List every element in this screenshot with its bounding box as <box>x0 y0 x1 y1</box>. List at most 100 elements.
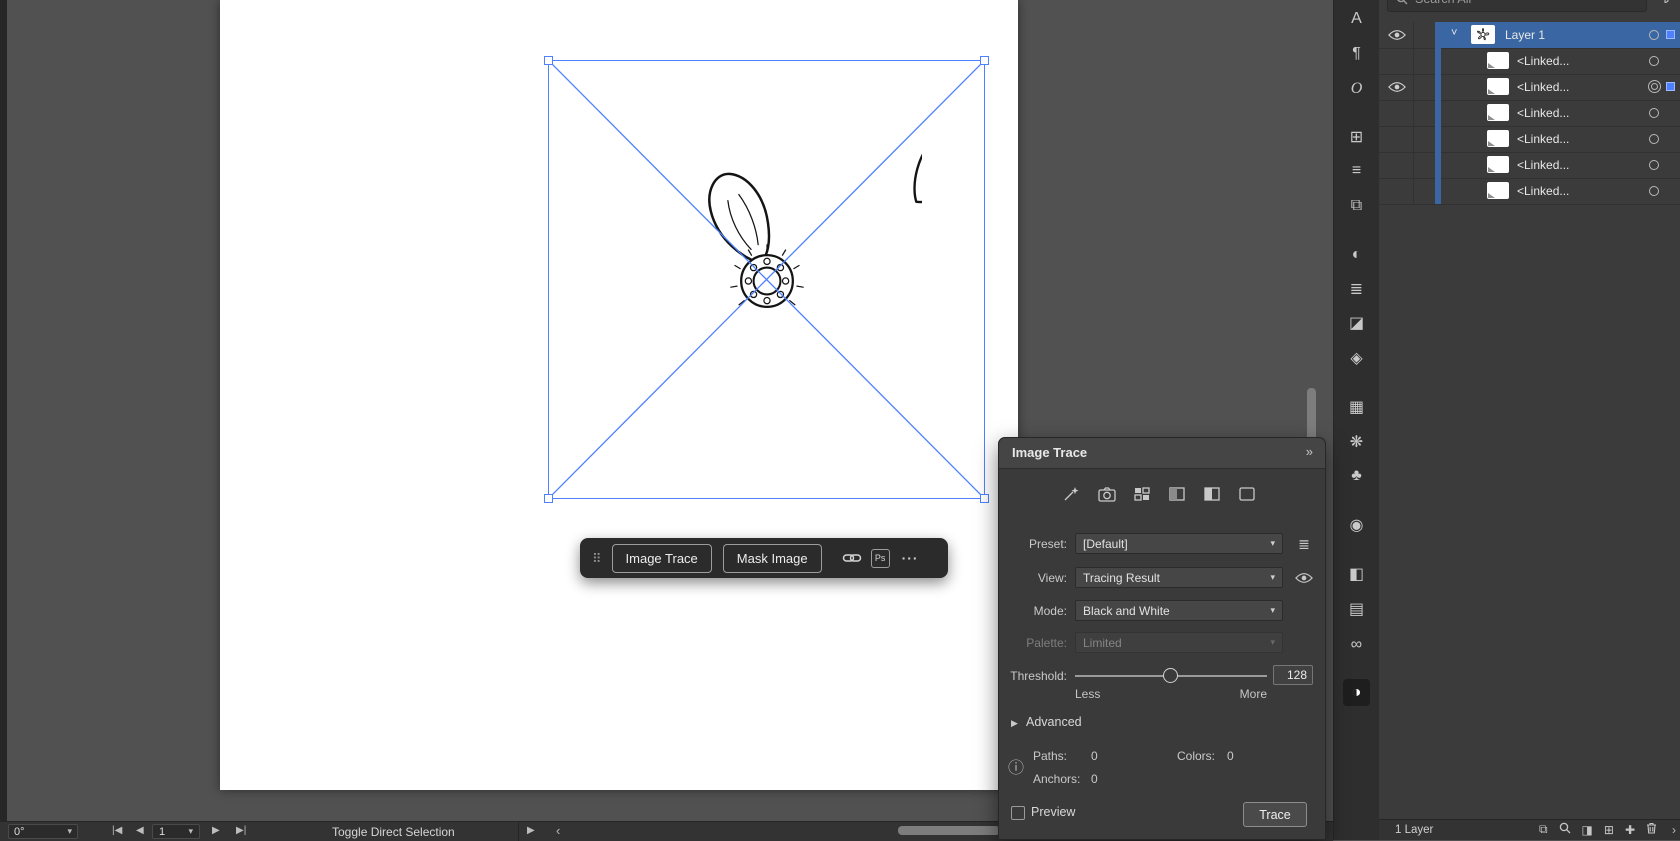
target-circle-icon[interactable] <box>1649 30 1659 40</box>
pattern-icon[interactable]: ▦ <box>1343 393 1370 420</box>
more-options-icon[interactable]: ··· <box>902 550 919 566</box>
preset-menu-icon[interactable]: ≣ <box>1293 535 1315 553</box>
photoshop-badge-icon[interactable]: Ps <box>871 549 890 568</box>
new-layer-icon[interactable]: ✚ <box>1625 823 1635 837</box>
panel-header[interactable]: Image Trace » <box>999 438 1325 469</box>
disclosure-chevron-icon[interactable]: ˅ <box>1451 27 1457 39</box>
preview-label[interactable]: Preview <box>1031 805 1075 819</box>
linked-item-name[interactable]: <Linked... <box>1517 158 1569 172</box>
preview-checkbox[interactable] <box>1011 806 1025 820</box>
linked-item-name[interactable]: <Linked... <box>1517 132 1569 146</box>
advanced-label[interactable]: Advanced <box>1026 715 1082 729</box>
linked-thumbnail[interactable] <box>1487 182 1509 199</box>
linked-item-name[interactable]: <Linked... <box>1517 54 1569 68</box>
make-mask-icon[interactable]: ◨ <box>1582 823 1593 837</box>
target-circle-icon[interactable] <box>1649 56 1659 66</box>
default-preset-icon[interactable] <box>1061 484 1083 503</box>
transform-icon[interactable]: ⊞ <box>1343 123 1370 150</box>
align-icon[interactable]: ≡ <box>1343 157 1370 184</box>
mask-image-button[interactable]: Mask Image <box>723 544 822 573</box>
new-sublayer-icon[interactable]: ⊞ <box>1604 823 1614 837</box>
view-eye-icon[interactable] <box>1293 569 1315 587</box>
stroke-icon[interactable]: O <box>1343 75 1370 102</box>
rotation-field[interactable]: 0° ▾ <box>8 824 78 839</box>
artboards-icon[interactable]: ◧ <box>1343 560 1370 587</box>
3d-materials-icon[interactable]: ◈ <box>1343 344 1370 371</box>
target-circle-icon[interactable] <box>1649 108 1659 118</box>
symbols-icon[interactable]: ❋ <box>1343 428 1370 455</box>
selection-handle[interactable] <box>980 56 989 65</box>
selection-handle[interactable] <box>980 494 989 503</box>
linked-thumbnail[interactable] <box>1487 78 1509 95</box>
link-icon[interactable] <box>842 551 862 565</box>
layer-row[interactable]: ˅ Layer 1 <box>1379 22 1680 49</box>
linked-item-row[interactable]: <Linked... <box>1379 152 1680 179</box>
trace-button[interactable]: Trace <box>1243 802 1307 827</box>
high-color-preset-icon[interactable] <box>1096 484 1118 503</box>
image-trace-icon[interactable]: ◑ <box>1343 679 1370 706</box>
chevron-right-icon[interactable]: › <box>1672 823 1676 837</box>
advanced-disclosure-icon[interactable]: ▶ <box>1011 718 1018 729</box>
locate-object-icon[interactable] <box>1559 822 1571 837</box>
gradient-icon[interactable]: ◪ <box>1343 309 1370 336</box>
linked-item-row[interactable]: <Linked... <box>1379 126 1680 153</box>
view-dropdown[interactable]: Tracing Result ▾ <box>1075 567 1283 588</box>
search-input[interactable]: Search All <box>1387 0 1647 12</box>
next-artboard-icon[interactable]: ▶ <box>212 825 220 836</box>
selection-handle[interactable] <box>544 56 553 65</box>
linked-item-name[interactable]: <Linked... <box>1517 184 1569 198</box>
prev-artboard-icon[interactable]: ◀ <box>136 825 144 836</box>
mode-dropdown[interactable]: Black and White ▾ <box>1075 600 1283 621</box>
outline-preset-icon[interactable] <box>1236 484 1258 503</box>
target-circle-icon[interactable] <box>1649 134 1659 144</box>
visibility-eye-icon[interactable] <box>1388 80 1408 93</box>
type-icon[interactable]: A <box>1343 5 1370 32</box>
threshold-value-field[interactable]: 128 <box>1273 665 1313 685</box>
last-artboard-icon[interactable]: ▶| <box>236 825 246 836</box>
linked-thumbnail[interactable] <box>1487 52 1509 69</box>
target-circle-icon[interactable] <box>1649 160 1659 170</box>
paragraph-icon[interactable]: ¶ <box>1343 40 1370 67</box>
collect-for-export-icon[interactable]: ⧉ <box>1539 822 1548 837</box>
visibility-eye-icon[interactable] <box>1388 28 1408 41</box>
graphic-styles-icon[interactable]: ♣ <box>1343 462 1370 489</box>
linked-item-name[interactable]: <Linked... <box>1517 80 1569 94</box>
layer-name[interactable]: Layer 1 <box>1505 28 1545 42</box>
linked-thumbnail[interactable] <box>1487 104 1509 121</box>
color-icon[interactable]: ◐ <box>1343 241 1370 268</box>
linked-item-row[interactable]: <Linked... <box>1379 178 1680 205</box>
filter-icon[interactable] <box>1660 0 1673 8</box>
horizontal-scrollbar-thumb[interactable] <box>898 826 1000 835</box>
linked-item-row[interactable]: <Linked... <box>1379 74 1680 101</box>
target-double-circle-icon[interactable] <box>1648 80 1661 93</box>
artboard-number-field[interactable]: 1 ▾ <box>152 824 200 839</box>
target-circle-icon[interactable] <box>1649 186 1659 196</box>
grayscale-preset-icon[interactable] <box>1166 484 1188 503</box>
play-icon[interactable]: ▶ <box>527 825 535 836</box>
first-artboard-icon[interactable]: |◀ <box>112 825 122 836</box>
drag-handle-icon[interactable]: ⠿ <box>592 552 602 565</box>
links-icon[interactable]: ∞ <box>1343 631 1370 658</box>
delete-icon[interactable] <box>1646 822 1657 837</box>
preset-dropdown[interactable]: [Default] ▾ <box>1075 533 1283 554</box>
pathfinder-icon[interactable]: ⧉ <box>1343 192 1370 219</box>
linked-item-name[interactable]: <Linked... <box>1517 106 1569 120</box>
chevron-down-icon[interactable]: ▾ <box>67 826 72 837</box>
linked-thumbnail[interactable] <box>1487 156 1509 173</box>
brushes-icon[interactable]: ◉ <box>1343 511 1370 538</box>
chevron-down-icon[interactable]: ▾ <box>188 826 193 837</box>
chevron-left-icon[interactable]: ‹ <box>556 823 560 838</box>
linked-thumbnail[interactable] <box>1487 130 1509 147</box>
linked-item-row[interactable]: <Linked... <box>1379 100 1680 127</box>
layer-thumbnail[interactable] <box>1471 25 1495 44</box>
selection-bounding-box[interactable] <box>548 60 985 499</box>
linked-item-row[interactable]: <Linked... <box>1379 48 1680 75</box>
selection-handle[interactable] <box>544 494 553 503</box>
collapse-to-icons-icon[interactable]: » <box>1306 444 1313 459</box>
low-color-preset-icon[interactable] <box>1131 484 1153 503</box>
image-trace-button[interactable]: Image Trace <box>612 544 712 573</box>
black-white-preset-icon[interactable] <box>1201 484 1223 503</box>
threshold-slider-knob[interactable] <box>1163 668 1178 683</box>
color-guide-icon[interactable]: ≣ <box>1343 275 1370 302</box>
appearance-icon[interactable]: ▤ <box>1343 595 1370 622</box>
